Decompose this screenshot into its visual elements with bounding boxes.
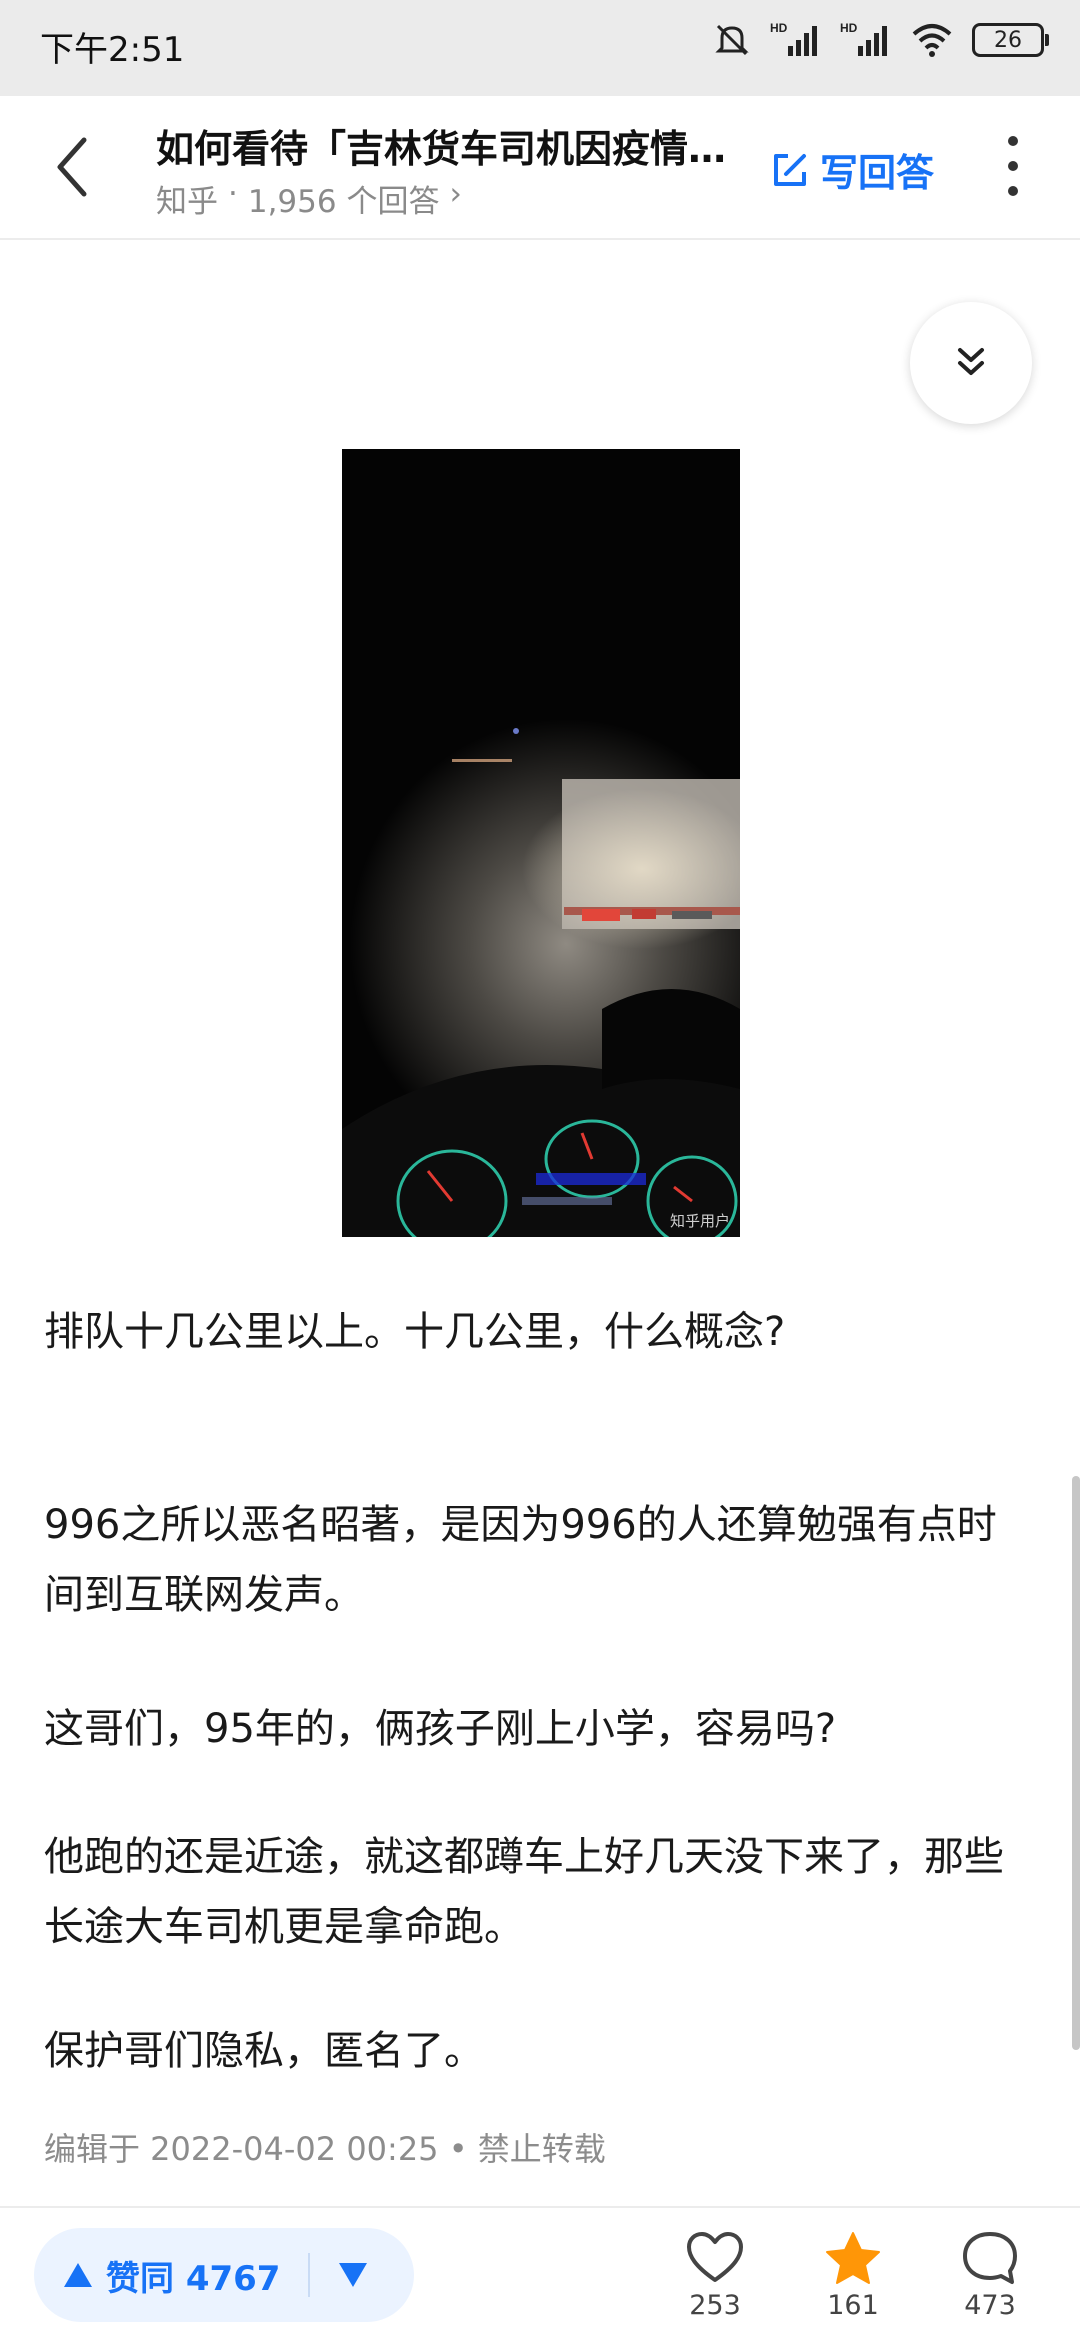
site-name: 知乎	[156, 184, 218, 220]
like-button[interactable]: 253	[660, 2230, 770, 2321]
downvote-button[interactable]	[310, 2228, 396, 2322]
upvote-label: 赞同 4767	[106, 2258, 281, 2299]
vote-pill: 赞同 4767	[34, 2228, 414, 2322]
signal-icon-1: HD	[770, 21, 817, 56]
comment-count: 473	[964, 2290, 1016, 2321]
status-time: 下午2:51	[40, 30, 185, 70]
favorite-count: 161	[827, 2290, 879, 2321]
more-dot-icon	[1008, 161, 1018, 171]
more-options-button[interactable]	[998, 136, 1028, 196]
edit-icon	[774, 153, 806, 186]
scrollbar-thumb[interactable]	[1072, 1476, 1080, 2050]
comment-bubble-icon	[963, 2232, 1017, 2284]
signal-label-2: HD	[840, 21, 858, 35]
status-bar: 下午2:51 HD HD 26	[0, 0, 1080, 96]
question-title[interactable]: 如何看待「吉林货车司机因疫情受困...	[156, 118, 736, 173]
write-answer-label: 写回答	[820, 151, 935, 195]
back-button[interactable]	[44, 132, 108, 202]
answer-paragraph: 这哥们，95年的，俩孩子刚上小学，容易吗?	[44, 1706, 837, 1752]
more-dot-icon	[1008, 136, 1018, 146]
question-header: 如何看待「吉林货车司机因疫情受困... 知乎 · 1,956 个回答 › 写回答	[0, 96, 1080, 240]
triangle-down-icon	[339, 2263, 368, 2287]
video-frame-image	[342, 449, 740, 1237]
back-arrow-icon	[57, 137, 87, 197]
wifi-icon	[912, 24, 952, 57]
video-watermark: 知乎用户	[669, 1212, 730, 1230]
battery-icon: 26	[972, 23, 1049, 57]
answer-video[interactable]: 知乎用户	[342, 449, 740, 1237]
status-icons: HD HD 26	[712, 20, 1049, 60]
answer-paragraph: 他跑的还是近途，就这都蹲车上好几天没下来了，那些长途大车司机更是拿命跑。	[44, 1834, 1004, 1950]
mute-bell-icon	[715, 24, 749, 56]
answer-count: 1,956 个回答	[247, 184, 440, 220]
bottom-action-bar: 赞同 4767 253 161 473	[0, 2206, 1080, 2342]
subtitle-separator: ·	[228, 176, 238, 212]
more-dot-icon	[1008, 186, 1018, 196]
question-subtitle[interactable]: 知乎 · 1,956 个回答 ›	[156, 176, 462, 221]
favorite-button[interactable]: 161	[798, 2230, 908, 2321]
edit-meta: 编辑于 2022-04-02 00:25 • 禁止转载	[44, 2130, 606, 2168]
write-answer-button[interactable]: 写回答	[770, 142, 934, 197]
signal-label-1: HD	[770, 21, 788, 35]
collapse-answer-button[interactable]	[910, 302, 1032, 424]
answer-paragraph: 排队十几公里以上。十几公里，什么概念?	[44, 1309, 786, 1355]
double-chevron-down-icon	[958, 348, 984, 375]
answer-paragraph: 996之所以恶名昭著，是因为996的人还算勉强有点时间到互联网发声。	[44, 1502, 997, 1618]
triangle-up-icon	[64, 2263, 92, 2287]
like-count: 253	[689, 2290, 741, 2321]
battery-level: 26	[994, 27, 1022, 53]
signal-icon-2: HD	[840, 21, 887, 56]
comment-button[interactable]: 473	[935, 2230, 1045, 2321]
chevron-right-icon: ›	[449, 176, 462, 212]
star-icon	[826, 2232, 880, 2284]
upvote-button[interactable]: 赞同 4767	[34, 2228, 280, 2322]
heart-icon	[687, 2232, 743, 2282]
answer-paragraph: 保护哥们隐私，匿名了。	[44, 2028, 484, 2074]
